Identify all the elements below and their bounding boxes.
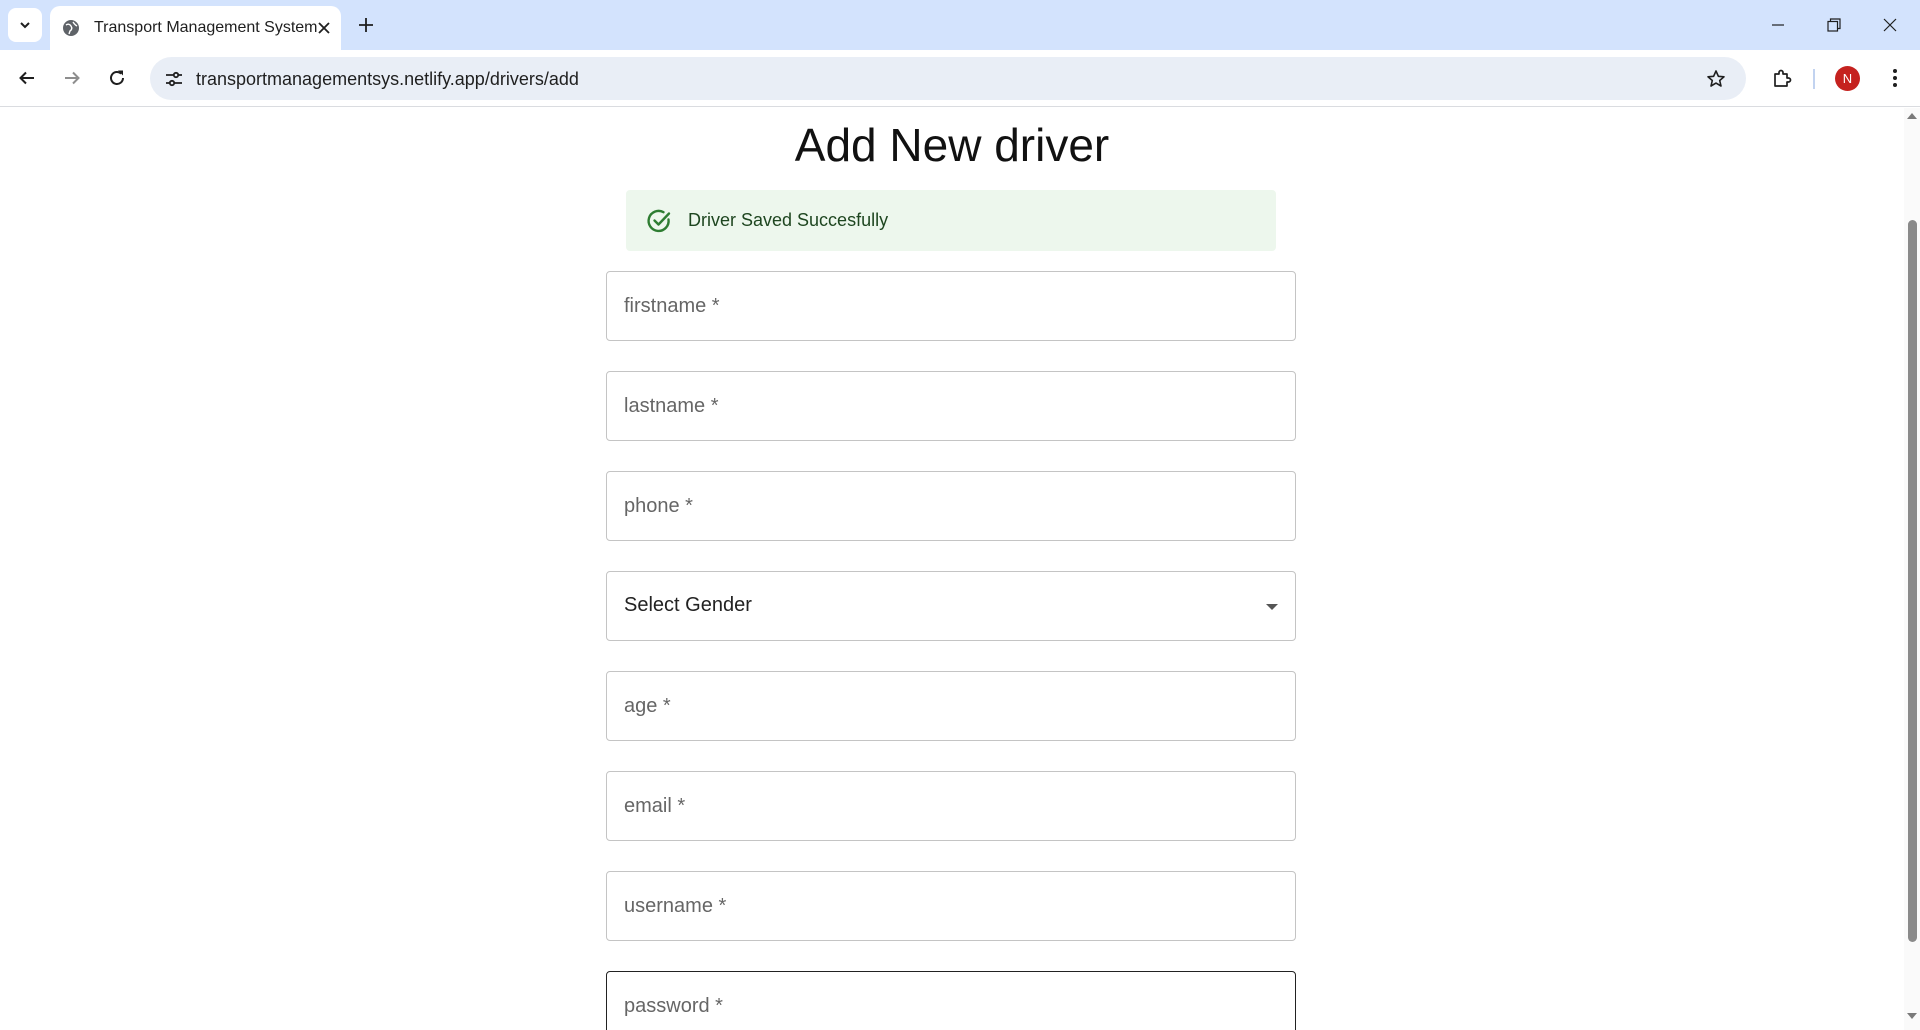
minimize-icon	[1772, 24, 1784, 26]
browser-tab-active[interactable]: Transport Management System	[50, 6, 341, 50]
phone-input[interactable]	[607, 472, 1295, 540]
address-bar[interactable]: transportmanagementsys.netlify.app/drive…	[150, 57, 1746, 100]
restore-icon	[1827, 18, 1841, 32]
password-input[interactable]	[607, 972, 1295, 1030]
browser-menu-button[interactable]	[1877, 60, 1913, 96]
firstname-field	[606, 271, 1296, 341]
username-input[interactable]	[607, 872, 1295, 940]
profile-avatar[interactable]: N	[1835, 66, 1860, 91]
lastname-input[interactable]	[607, 372, 1295, 440]
tab-search-button[interactable]	[8, 8, 42, 42]
tab-close-button[interactable]	[318, 16, 332, 40]
site-info-button[interactable]	[158, 63, 190, 95]
arrow-right-icon	[65, 71, 80, 85]
username-field	[606, 871, 1296, 941]
close-icon	[318, 22, 330, 34]
close-icon	[1883, 18, 1897, 32]
back-button[interactable]	[9, 60, 45, 96]
check-circle-icon	[646, 208, 672, 234]
plus-icon	[359, 18, 373, 32]
page-scrollbar[interactable]	[1904, 108, 1920, 1030]
new-tab-button[interactable]	[352, 11, 380, 39]
scroll-up-arrow-icon[interactable]	[1904, 112, 1920, 126]
browser-tab-bar: Transport Management System	[0, 0, 1920, 50]
browser-toolbar: transportmanagementsys.netlify.app/drive…	[0, 50, 1920, 107]
page-title: Add New driver	[794, 119, 1110, 171]
toolbar-separator	[1813, 69, 1815, 89]
firstname-input[interactable]	[607, 272, 1295, 340]
reload-button[interactable]	[99, 60, 135, 96]
scroll-down-arrow-icon[interactable]	[1904, 1012, 1920, 1026]
age-field	[606, 671, 1296, 741]
email-field	[606, 771, 1296, 841]
lastname-field	[606, 371, 1296, 441]
arrow-left-icon	[19, 71, 34, 85]
forward-button[interactable]	[54, 60, 90, 96]
star-icon	[1707, 70, 1725, 87]
scrollbar-thumb[interactable]	[1908, 220, 1917, 942]
url-text: transportmanagementsys.netlify.app/drive…	[196, 69, 579, 89]
tab-title: Transport Management System	[94, 19, 318, 36]
minimize-button[interactable]	[1750, 0, 1806, 50]
globe-icon	[62, 19, 80, 37]
page-viewport: Add New driver Driver Saved Succesfully …	[0, 108, 1904, 1030]
phone-field	[606, 471, 1296, 541]
extensions-button[interactable]	[1764, 60, 1800, 96]
success-alert: Driver Saved Succesfully	[626, 190, 1276, 251]
more-vert-icon	[1893, 69, 1897, 87]
alert-message: Driver Saved Succesfully	[688, 210, 889, 230]
puzzle-icon	[1774, 69, 1792, 87]
tune-icon	[166, 71, 182, 87]
bookmark-button[interactable]	[1700, 63, 1732, 95]
gender-select-value: Select Gender	[624, 594, 752, 616]
reload-icon	[110, 70, 124, 85]
password-field	[606, 971, 1296, 1030]
gender-select[interactable]: Select Gender	[606, 571, 1296, 641]
email-input[interactable]	[607, 772, 1295, 840]
close-window-button[interactable]	[1862, 0, 1918, 50]
caret-down-icon	[1265, 600, 1279, 614]
chevron-down-icon	[20, 22, 30, 29]
restore-button[interactable]	[1806, 0, 1862, 50]
age-input[interactable]	[607, 672, 1295, 740]
